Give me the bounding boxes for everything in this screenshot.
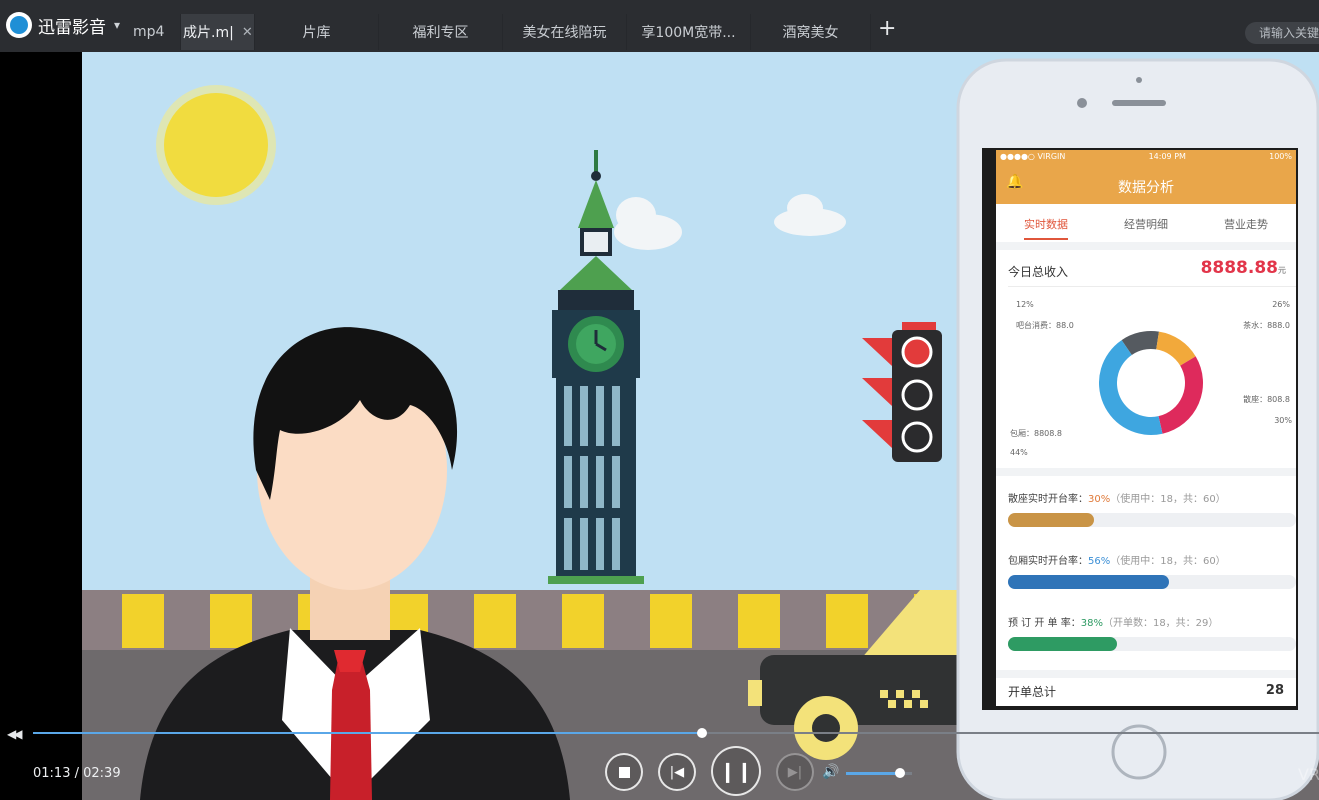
volume-icon[interactable]: 🔊 — [822, 764, 839, 780]
legend-label: 吧台消费：88.0 — [1016, 321, 1074, 330]
divider — [1008, 286, 1296, 287]
pause-button[interactable]: ❙❙ — [711, 746, 761, 796]
legend-pct: 12% — [1016, 300, 1034, 309]
tab-label: 片库 — [302, 25, 331, 41]
tab-3[interactable]: 片库 — [255, 14, 379, 50]
seek-handle[interactable] — [696, 728, 707, 738]
previous-icon: |◀ — [669, 764, 685, 780]
app-logo-icon — [6, 12, 32, 38]
chevron-down-icon: ▾ — [114, 18, 121, 32]
rate-label: 包厢实时开台率：56%（使用中：18，共：60） — [1008, 552, 1288, 567]
current-time: 01:13 — [33, 766, 71, 781]
phone-title: 数据分析 — [1118, 180, 1174, 196]
rate-bar-fill — [1008, 513, 1095, 527]
rate-row: 散座实时开台率：30%（使用中：18，共：60） — [1008, 490, 1296, 527]
legend-label: 包厢：8808.8 — [1010, 429, 1062, 438]
income-amount: 8888.88 — [1200, 258, 1278, 278]
video-letterbox — [0, 52, 82, 800]
tab-label: mp4 — [133, 24, 165, 40]
stop-button[interactable] — [605, 753, 643, 791]
seek-bar-fill — [33, 732, 702, 734]
divider — [996, 670, 1296, 678]
title-bar: 迅雷影音 ▾ mp4 成片.m| ✕ 片库 福利专区 美女在线陪玩 享100M宽… — [0, 0, 1319, 52]
rate-name: 预 订 开 单 率： — [1008, 618, 1081, 629]
rate-detail: （开单数：18，共：29） — [1102, 618, 1219, 629]
donut-slice — [1158, 356, 1203, 434]
rate-bar-fill — [1008, 575, 1170, 589]
previous-button[interactable]: |◀ — [658, 753, 696, 791]
tab-label: 成片.m| — [183, 25, 234, 41]
tab-label: 美女在线陪玩 — [522, 25, 607, 41]
app-menu[interactable]: 迅雷影音 ▾ — [6, 12, 120, 38]
rate-detail: （使用中：18，共：60） — [1110, 556, 1226, 567]
time-display: 01:13 / 02:39 — [33, 766, 121, 781]
next-button[interactable]: ▶| — [776, 753, 814, 791]
phone-tab: 营业走势 — [1224, 218, 1268, 231]
battery-text: 100% — [1269, 152, 1292, 161]
total-label: 开单总计 — [1008, 685, 1057, 699]
sun-graphic — [156, 85, 276, 205]
video-frame[interactable]: ●●●●○ VIRGIN 14:09 PM 100% 🔔 数据分析 实时数据 经… — [82, 52, 1319, 800]
carrier-text: ●●●●○ VIRGIN — [1000, 152, 1066, 161]
phone-tab-active: 实时数据 — [1024, 216, 1068, 240]
rate-bar-track — [1008, 513, 1296, 527]
stop-icon — [618, 766, 630, 778]
pause-icon: ❙❙ — [719, 759, 753, 783]
phone-screen: ●●●●○ VIRGIN 14:09 PM 100% 🔔 数据分析 实时数据 经… — [996, 150, 1296, 706]
legend-pct: 26% — [1272, 300, 1290, 309]
divider — [996, 468, 1296, 476]
donut-chart — [1099, 331, 1203, 435]
legend-pct: 30% — [1274, 416, 1292, 425]
legend-pct: 44% — [1010, 448, 1028, 457]
rate-name: 包厢实时开台率： — [1008, 556, 1088, 567]
phone-status-bar: ●●●●○ VIRGIN 14:09 PM 100% — [1000, 152, 1292, 161]
volume-fill — [846, 772, 901, 775]
tab-label: 酒窝美女 — [782, 25, 839, 41]
legend-label: 散座：808.8 — [1243, 395, 1290, 404]
tab-2-active[interactable]: 成片.m| ✕ — [181, 14, 255, 50]
rate-name: 散座实时开台率： — [1008, 494, 1088, 505]
income-value: 8888.88元 — [1201, 258, 1286, 278]
tab-1[interactable]: mp4 — [131, 14, 181, 50]
legend-label: 茶水：888.0 — [1243, 321, 1290, 330]
rate-pct: 30% — [1088, 494, 1111, 505]
total-time: 02:39 — [83, 766, 121, 781]
next-icon: ▶| — [787, 764, 803, 780]
rate-row: 预 订 开 单 率：38%（开单数：18，共：29） — [1008, 614, 1296, 651]
rate-label: 散座实时开台率：30%（使用中：18，共：60） — [1008, 490, 1288, 505]
add-tab-icon[interactable]: + — [878, 18, 896, 40]
rewind-icon[interactable]: ◀◀ — [7, 727, 23, 741]
phone-tabs: 实时数据 经营明细 营业走势 — [996, 216, 1296, 240]
rate-pct: 38% — [1080, 618, 1103, 629]
rate-bar-track — [1008, 575, 1296, 589]
rate-row: 包厢实时开台率：56%（使用中：18，共：60） — [1008, 552, 1296, 589]
donut-slice — [1099, 340, 1163, 435]
income-unit: 元 — [1278, 266, 1286, 275]
rate-bar-track — [1008, 637, 1296, 651]
tab-label: 享100M宽带... — [641, 25, 736, 41]
tab-7[interactable]: 酒窝美女 — [751, 14, 871, 50]
tab-4[interactable]: 福利专区 — [379, 14, 503, 50]
total-value: 28 — [1265, 683, 1284, 698]
rate-bar-fill — [1008, 637, 1118, 651]
seek-bar[interactable] — [33, 728, 1319, 738]
rate-detail: （使用中：18，共：60） — [1110, 494, 1226, 505]
time-text: 14:09 PM — [1148, 152, 1186, 161]
tab-5[interactable]: 美女在线陪玩 — [503, 14, 627, 50]
rate-pct: 56% — [1088, 556, 1111, 567]
income-label: 今日总收入 — [1008, 265, 1069, 279]
rate-label: 预 订 开 单 率：38%（开单数：18，共：29） — [1008, 614, 1288, 629]
search-input[interactable]: 请输入关键 — [1245, 22, 1319, 44]
vr-button[interactable]: VR — [1298, 765, 1319, 784]
tab-6[interactable]: 享100M宽带... — [627, 14, 751, 50]
divider — [996, 242, 1296, 250]
app-name: 迅雷影音 — [38, 17, 106, 38]
tab-label: 福利专区 — [412, 25, 469, 41]
phone-tab: 经营明细 — [1124, 218, 1168, 231]
close-icon[interactable]: ✕ — [242, 25, 253, 40]
volume-slider[interactable] — [846, 768, 912, 778]
